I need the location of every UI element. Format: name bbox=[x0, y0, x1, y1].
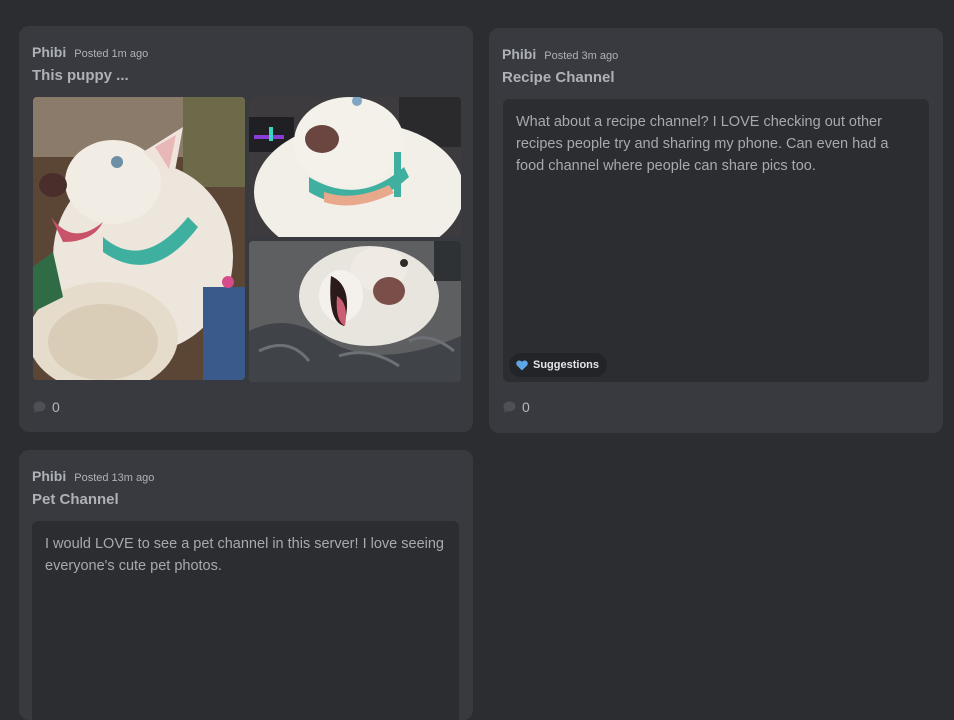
tag-suggestions[interactable]: Suggestions bbox=[509, 353, 608, 377]
post-title[interactable]: Recipe Channel bbox=[502, 69, 615, 86]
post-card-recipe-channel[interactable]: Phibi Posted 3m ago Recipe Channel What … bbox=[489, 28, 943, 433]
post-image-bottom-right[interactable] bbox=[249, 241, 461, 382]
tag-label: Suggestions bbox=[533, 359, 600, 371]
post-body-text: I would LOVE to see a pet channel in thi… bbox=[45, 536, 444, 574]
post-body-preview[interactable]: What about a recipe channel? I LOVE chec… bbox=[503, 99, 929, 382]
post-card-this-puppy[interactable]: Phibi Posted 1m ago This puppy ... 0 bbox=[19, 26, 473, 432]
post-author[interactable]: Phibi bbox=[502, 46, 536, 62]
post-author[interactable]: Phibi bbox=[32, 468, 66, 484]
post-title[interactable]: Pet Channel bbox=[32, 491, 119, 508]
speech-bubble-icon bbox=[503, 401, 516, 413]
post-title[interactable]: This puppy ... bbox=[32, 67, 129, 84]
post-author[interactable]: Phibi bbox=[32, 44, 66, 60]
post-card-pet-channel[interactable]: Phibi Posted 13m ago Pet Channel I would… bbox=[19, 450, 473, 720]
post-body-text: What about a recipe channel? I LOVE chec… bbox=[516, 114, 889, 174]
post-image-main[interactable] bbox=[33, 97, 245, 380]
post-timestamp: Posted 3m ago bbox=[544, 50, 619, 62]
post-body-preview[interactable]: I would LOVE to see a pet channel in thi… bbox=[32, 521, 459, 720]
post-timestamp: Posted 13m ago bbox=[74, 472, 155, 484]
post-image-top-right[interactable] bbox=[249, 97, 461, 237]
blue-heart-icon bbox=[516, 360, 528, 370]
reply-count-value: 0 bbox=[52, 399, 60, 415]
post-timestamp: Posted 1m ago bbox=[74, 48, 149, 60]
speech-bubble-icon bbox=[33, 401, 46, 413]
reply-count[interactable]: 0 bbox=[33, 399, 60, 415]
reply-count[interactable]: 0 bbox=[503, 399, 530, 415]
reply-count-value: 0 bbox=[522, 399, 530, 415]
